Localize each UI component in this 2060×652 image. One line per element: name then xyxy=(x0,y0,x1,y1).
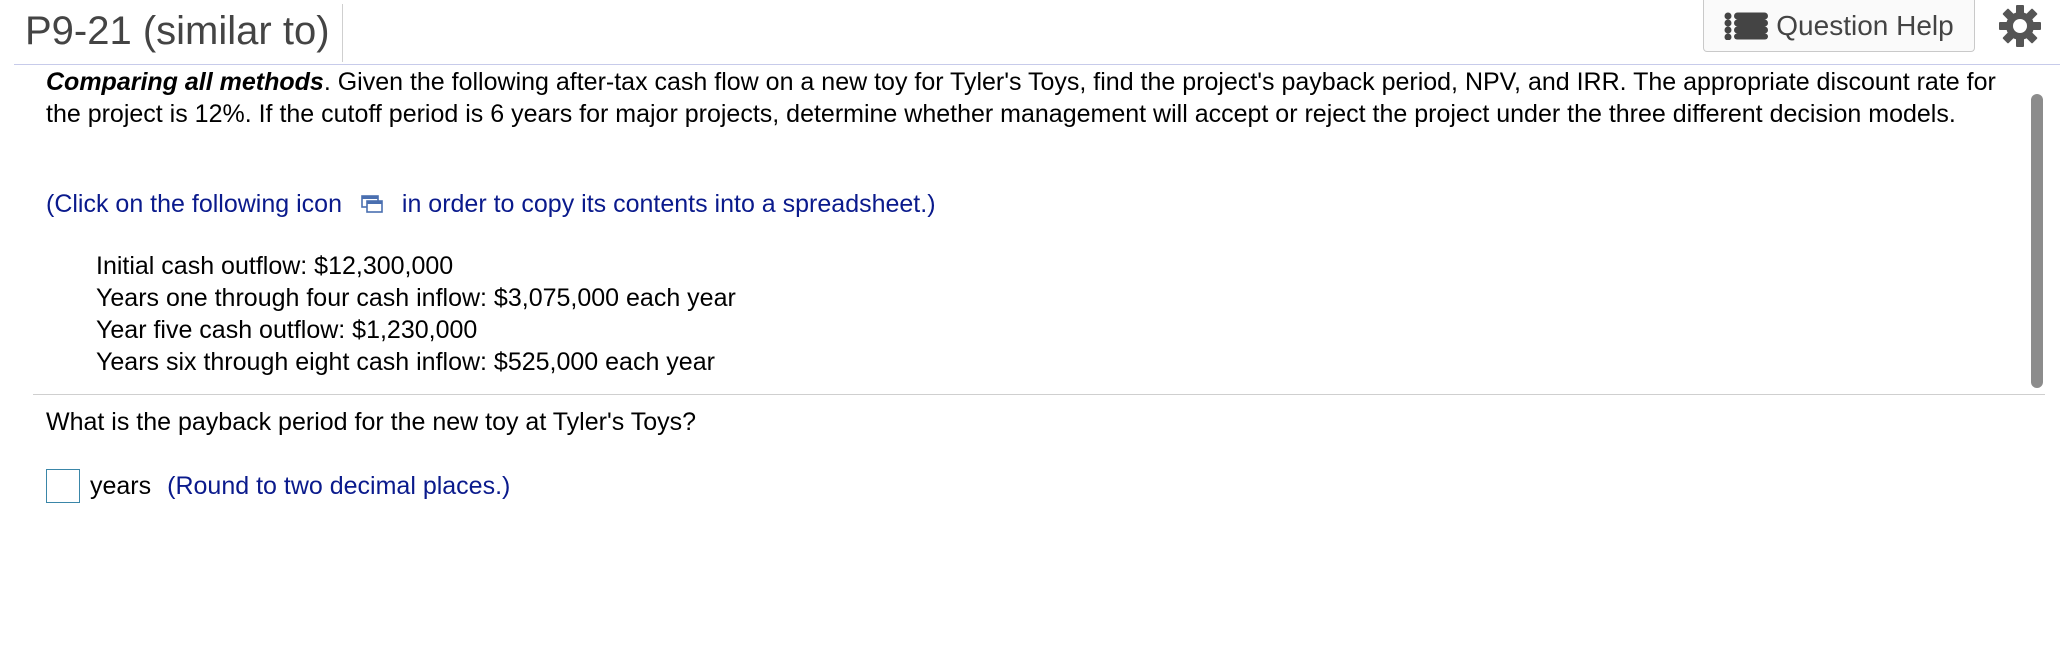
header: P9-21 (similar to) Question Help xyxy=(0,0,2060,66)
payback-period-input[interactable] xyxy=(46,469,80,503)
list-icon xyxy=(1724,12,1770,40)
cash-flow-item: Years six through eight cash inflow: $52… xyxy=(96,348,715,376)
header-divider xyxy=(14,64,2060,65)
problem-panel: Comparing all methods. Given the followi… xyxy=(0,66,2040,396)
page-title: P9-21 (similar to) xyxy=(25,4,343,62)
cash-flow-list: Initial cash outflow: $12,300,000 Years … xyxy=(96,250,736,378)
question-text: What is the payback period for the new t… xyxy=(46,408,697,436)
cash-flow-item: Years one through four cash inflow: $3,0… xyxy=(96,284,736,312)
section-divider xyxy=(33,394,2045,395)
cash-flow-item: Initial cash outflow: $12,300,000 xyxy=(96,252,454,280)
copy-instruction-before: (Click on the following icon xyxy=(46,190,342,218)
problem-lead: Comparing all methods xyxy=(46,68,324,96)
question-help-button[interactable]: Question Help xyxy=(1703,0,1975,52)
problem-statement: Comparing all methods. Given the followi… xyxy=(46,66,2031,130)
problem-text: . Given the following after-tax cash flo… xyxy=(46,68,1996,128)
copy-to-spreadsheet-icon[interactable] xyxy=(361,189,383,221)
copy-instruction: (Click on the following icon in order to… xyxy=(46,188,936,221)
cash-flow-item: Year five cash outflow: $1,230,000 xyxy=(96,316,478,344)
scrollbar-thumb[interactable] xyxy=(2031,94,2043,388)
copy-instruction-after: in order to copy its contents into a spr… xyxy=(401,190,936,218)
answer-unit: years xyxy=(90,471,152,500)
gear-icon[interactable] xyxy=(1998,4,2042,48)
question-help-label: Question Help xyxy=(1776,9,1954,41)
rounding-hint: (Round to two decimal places.) xyxy=(167,471,511,500)
answer-row: years (Round to two decimal places.) xyxy=(46,466,510,506)
